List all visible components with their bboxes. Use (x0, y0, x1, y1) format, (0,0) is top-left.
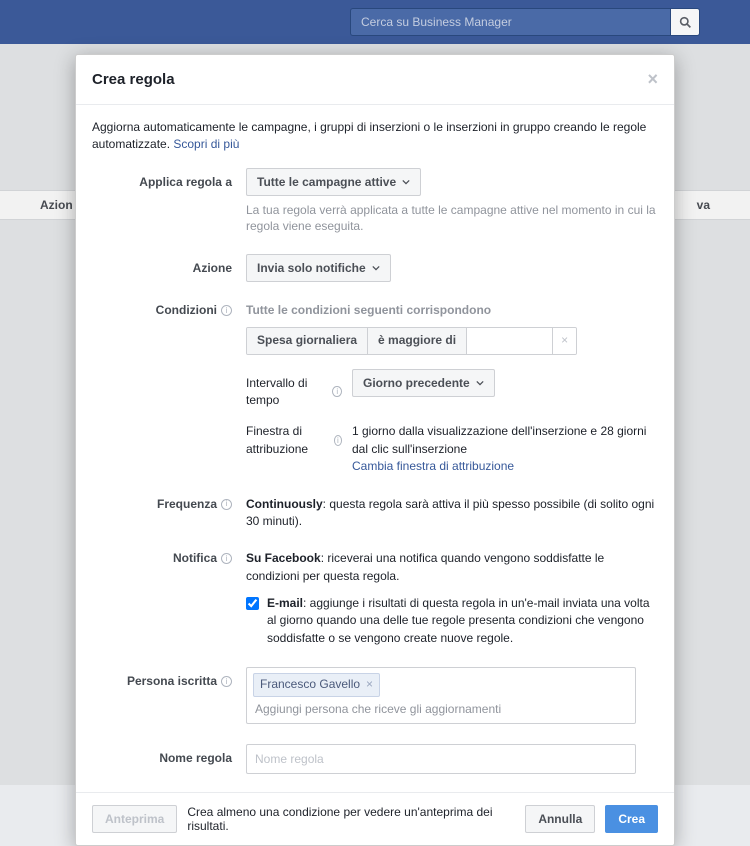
info-icon: i (221, 305, 232, 316)
notify-facebook-text: Su Facebook: riceverai una notifica quan… (246, 550, 658, 585)
info-icon: i (332, 386, 342, 397)
modal-header: Crea regola × (76, 55, 674, 105)
label-apply-to: Applica regola a (92, 168, 246, 191)
condition-remove-icon[interactable]: × (552, 328, 576, 354)
apply-to-selected: Tutte le campagne attive (257, 175, 396, 189)
subscriber-input[interactable]: Francesco Gavello × Aggiungi persona che… (246, 667, 636, 724)
modal-title: Crea regola (92, 71, 175, 88)
time-range-select[interactable]: Giorno precedente (352, 369, 495, 397)
search-button[interactable] (670, 8, 700, 36)
condition-row: Spesa giornaliera è maggiore di × (246, 327, 577, 355)
rule-name-input[interactable] (246, 744, 636, 774)
notify-email-text: E-mail: aggiunge i risultati di questa r… (267, 595, 658, 647)
caret-down-icon (402, 178, 410, 186)
label-conditions: Condizioni i (92, 302, 246, 319)
conditions-header: Tutte le condizioni seguenti corrispondo… (246, 302, 658, 319)
topbar (0, 0, 750, 44)
info-icon: i (221, 553, 232, 564)
condition-metric-select[interactable]: Spesa giornaliera (247, 328, 368, 354)
modal-footer: Anteprima Crea almeno una condizione per… (76, 792, 674, 845)
action-select[interactable]: Invia solo notifiche (246, 254, 391, 282)
cancel-button[interactable]: Annulla (525, 805, 595, 833)
subscriber-token: Francesco Gavello × (253, 673, 380, 696)
label-notify: Notifica i (92, 550, 246, 567)
subscriber-placeholder: Aggiungi persona che riceve gli aggiorna… (253, 697, 629, 718)
time-range-selected: Giorno precedente (363, 376, 470, 390)
token-remove-icon[interactable]: × (366, 676, 373, 693)
action-selected: Invia solo notifiche (257, 261, 366, 275)
preview-hint: Crea almeno una condizione per vedere un… (187, 805, 515, 833)
info-icon: i (221, 499, 232, 510)
label-action: Azione (92, 254, 246, 277)
notify-email-checkbox[interactable] (246, 597, 259, 610)
search-icon (679, 16, 692, 29)
label-rule-name: Nome regola (92, 744, 246, 767)
search-input[interactable] (350, 8, 670, 36)
search-wrap (350, 8, 700, 36)
subscriber-token-name: Francesco Gavello (260, 676, 360, 693)
apply-to-select[interactable]: Tutte le campagne attive (246, 168, 421, 196)
modal-body: Aggiorna automaticamente le campagne, i … (76, 105, 674, 792)
apply-to-hint: La tua regola verrà applicata a tutte le… (246, 202, 658, 234)
condition-value-input[interactable] (467, 328, 552, 354)
info-icon: i (221, 676, 232, 687)
frequency-text: Continuously: questa regola sarà attiva … (246, 496, 658, 531)
caret-down-icon (476, 379, 484, 387)
create-button[interactable]: Crea (605, 805, 658, 833)
caret-down-icon (372, 264, 380, 272)
label-attrib-window: Finestra di attribuzione i (246, 423, 342, 458)
condition-operator-select[interactable]: è maggiore di (368, 328, 467, 354)
preview-button[interactable]: Anteprima (92, 805, 177, 833)
intro-text: Aggiorna automaticamente le campagne, i … (92, 119, 658, 154)
label-frequency: Frequenza i (92, 496, 246, 513)
change-attrib-link[interactable]: Cambia finestra di attribuzione (352, 459, 514, 473)
label-subscriber: Persona iscritta i (92, 667, 246, 690)
attrib-window-text: 1 giorno dalla visualizzazione dell'inse… (352, 423, 658, 458)
learn-more-link[interactable]: Scopri di più (173, 137, 239, 151)
info-icon: i (334, 435, 342, 446)
close-icon[interactable]: × (647, 69, 658, 90)
label-time-range: Intervallo di tempo i (246, 369, 342, 410)
create-rule-modal: Crea regola × Aggiorna automaticamente l… (75, 54, 675, 846)
